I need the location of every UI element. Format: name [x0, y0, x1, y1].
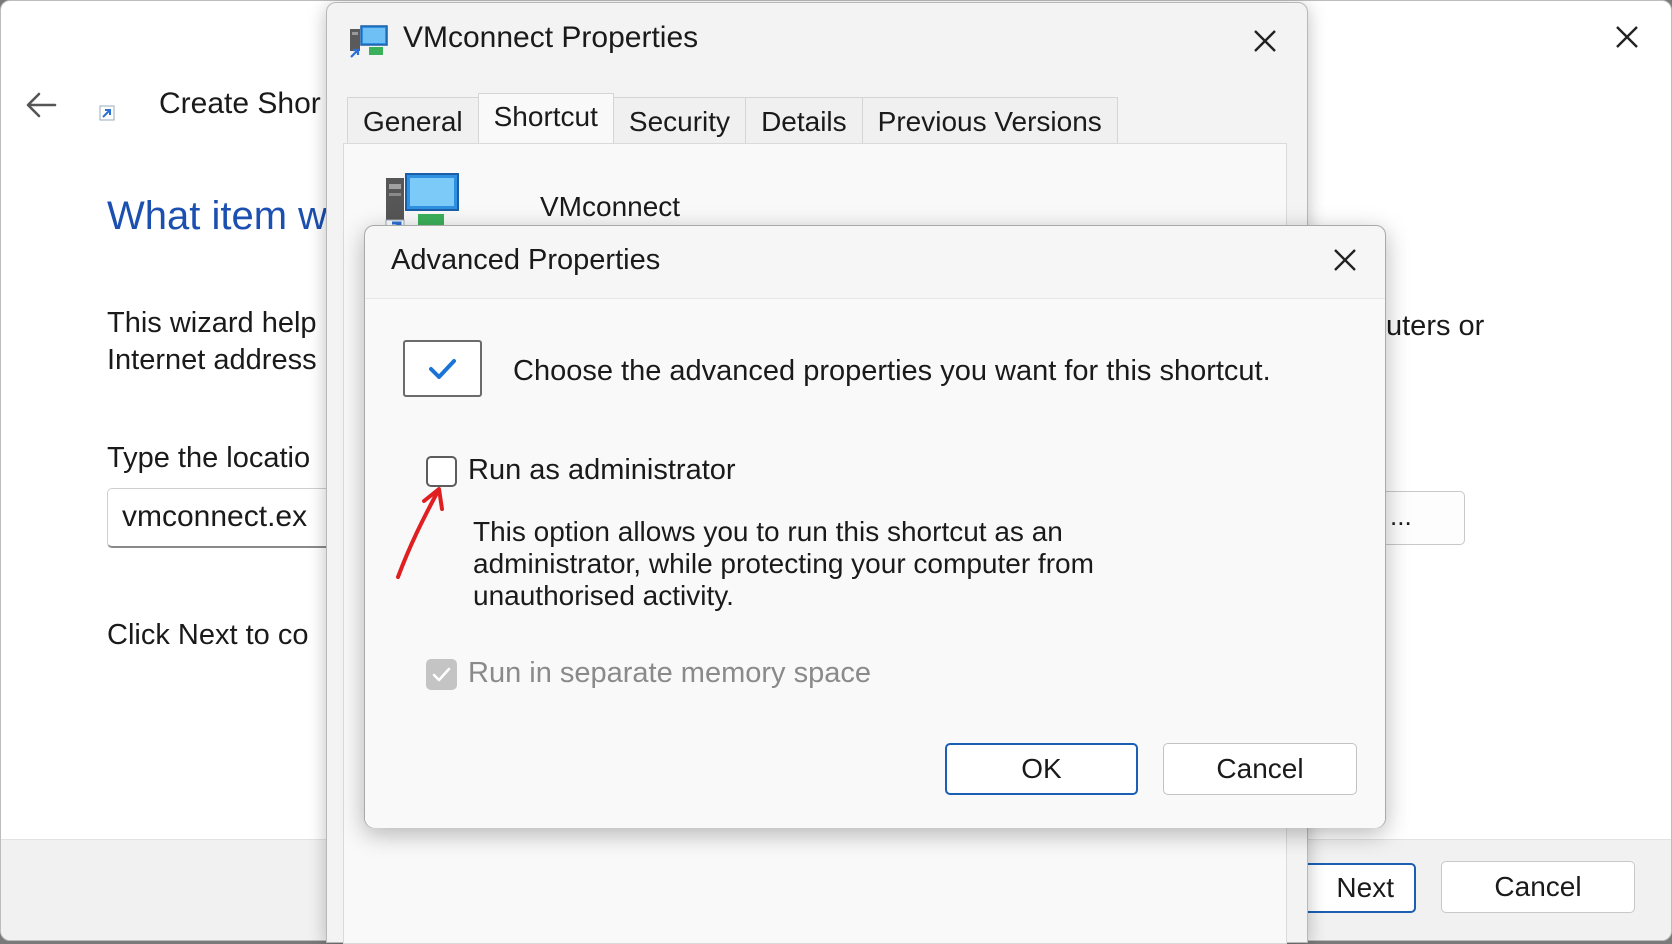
- advanced-properties-dialog: Advanced Properties Choose the advanced …: [364, 225, 1386, 828]
- separate-memory-checkbox: [426, 659, 457, 690]
- checkmark-icon: [403, 340, 482, 397]
- tab-details[interactable]: Details: [745, 97, 863, 145]
- tab-general[interactable]: General: [347, 97, 479, 145]
- wizard-description-right: uters or: [1386, 310, 1485, 342]
- properties-title: VMconnect Properties: [403, 21, 699, 54]
- vmconnect-icon: [349, 23, 389, 59]
- tab-previous-versions[interactable]: Previous Versions: [861, 97, 1118, 145]
- cancel-button[interactable]: Cancel: [1163, 743, 1357, 795]
- run-as-admin-description: This option allows you to run this short…: [473, 516, 1094, 612]
- run-as-administrator-label[interactable]: Run as administrator: [468, 454, 736, 487]
- wizard-cancel-button[interactable]: Cancel: [1441, 861, 1635, 913]
- close-icon[interactable]: [1607, 17, 1647, 57]
- click-next-text: Click Next to co: [107, 619, 309, 651]
- next-button[interactable]: Next: [1291, 863, 1416, 913]
- wizard-description: This wizard help Internet address: [107, 305, 317, 379]
- back-arrow-icon[interactable]: [21, 85, 61, 125]
- browse-button[interactable]: ...: [1381, 491, 1465, 545]
- wizard-description-line: This wizard help: [107, 307, 317, 339]
- description-line: administrator, while protecting your com…: [473, 548, 1094, 579]
- description-line: This option allows you to run this short…: [473, 516, 1063, 547]
- ok-button[interactable]: OK: [945, 743, 1138, 795]
- shortcut-name: VMconnect: [540, 191, 681, 222]
- close-icon[interactable]: [1325, 240, 1365, 280]
- location-label: Type the locatio: [107, 442, 311, 474]
- advanced-intro-text: Choose the advanced properties you want …: [513, 355, 1271, 387]
- tab-security[interactable]: Security: [612, 97, 747, 145]
- shortcut-icon: [99, 105, 115, 121]
- annotation-arrow-icon: [388, 485, 458, 585]
- wizard-title: Create Shor: [159, 87, 321, 120]
- properties-tabs: General Shortcut Security Details Previo…: [347, 93, 1118, 145]
- description-line: unauthorised activity.: [473, 580, 734, 611]
- close-icon[interactable]: [1245, 21, 1285, 61]
- advanced-properties-title: Advanced Properties: [391, 244, 661, 276]
- advanced-properties-body: Choose the advanced properties you want …: [365, 298, 1385, 828]
- tab-shortcut[interactable]: Shortcut: [477, 93, 614, 145]
- run-as-administrator-checkbox[interactable]: [426, 456, 457, 487]
- wizard-heading: What item w: [107, 194, 328, 238]
- wizard-description-line: Internet address: [107, 344, 317, 376]
- separate-memory-label: Run in separate memory space: [468, 657, 871, 689]
